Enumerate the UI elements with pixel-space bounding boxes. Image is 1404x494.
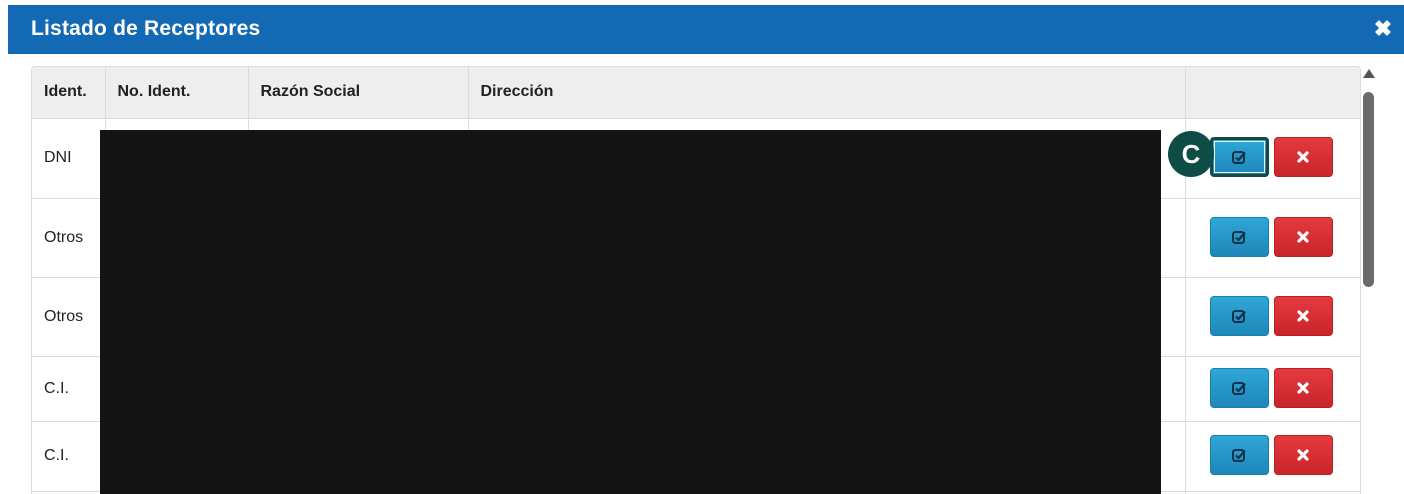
cell-actions bbox=[1185, 421, 1360, 492]
times-icon bbox=[1297, 151, 1309, 163]
cell-ident: Otros bbox=[32, 198, 106, 278]
table-header-row: Ident. No. Ident. Razón Social Dirección bbox=[32, 67, 1360, 119]
cell-actions bbox=[1185, 277, 1360, 357]
scroll-thumb[interactable] bbox=[1363, 92, 1374, 287]
cell-ident: DNI bbox=[32, 118, 106, 199]
edit-button[interactable] bbox=[1209, 295, 1269, 336]
times-icon bbox=[1297, 449, 1309, 461]
edit-button[interactable] bbox=[1209, 216, 1269, 257]
column-header-actions bbox=[1185, 67, 1360, 119]
cell-ident: C.I. bbox=[32, 356, 106, 422]
table-scrollbar[interactable] bbox=[1358, 66, 1378, 494]
modal-header: Listado de Receptores ✖ bbox=[8, 5, 1404, 54]
cell-actions bbox=[1185, 356, 1360, 422]
column-header-ident[interactable]: Ident. bbox=[32, 67, 106, 119]
check-square-icon bbox=[1232, 381, 1246, 395]
close-icon[interactable]: ✖ bbox=[1372, 17, 1394, 41]
modal-title: Listado de Receptores bbox=[31, 17, 261, 40]
cell-ident: C.I. bbox=[32, 421, 106, 492]
annotation-marker: C bbox=[1168, 131, 1214, 177]
redaction-block bbox=[100, 130, 1161, 494]
edit-button[interactable] bbox=[1209, 435, 1269, 475]
delete-button[interactable] bbox=[1273, 295, 1333, 336]
delete-button[interactable] bbox=[1273, 137, 1333, 177]
cell-ident: Otros bbox=[32, 277, 106, 357]
delete-button[interactable] bbox=[1273, 216, 1333, 257]
times-icon bbox=[1297, 309, 1309, 322]
scroll-up-arrow-icon[interactable] bbox=[1363, 69, 1375, 78]
delete-button[interactable] bbox=[1273, 435, 1333, 475]
edit-button[interactable] bbox=[1209, 137, 1269, 177]
page: Listado de Receptores ✖ Ident. No. Ident… bbox=[0, 0, 1404, 494]
check-square-icon bbox=[1232, 151, 1246, 164]
times-icon bbox=[1297, 230, 1309, 243]
column-header-razon-social[interactable]: Razón Social bbox=[248, 67, 469, 119]
cell-actions bbox=[1185, 198, 1360, 278]
column-header-no-ident[interactable]: No. Ident. bbox=[105, 67, 249, 119]
delete-button[interactable] bbox=[1273, 367, 1333, 408]
column-header-direccion[interactable]: Dirección bbox=[468, 67, 1186, 119]
times-icon bbox=[1297, 381, 1309, 394]
edit-button[interactable] bbox=[1209, 367, 1269, 408]
check-square-icon bbox=[1232, 449, 1246, 462]
check-square-icon bbox=[1232, 230, 1246, 244]
check-square-icon bbox=[1232, 309, 1246, 323]
